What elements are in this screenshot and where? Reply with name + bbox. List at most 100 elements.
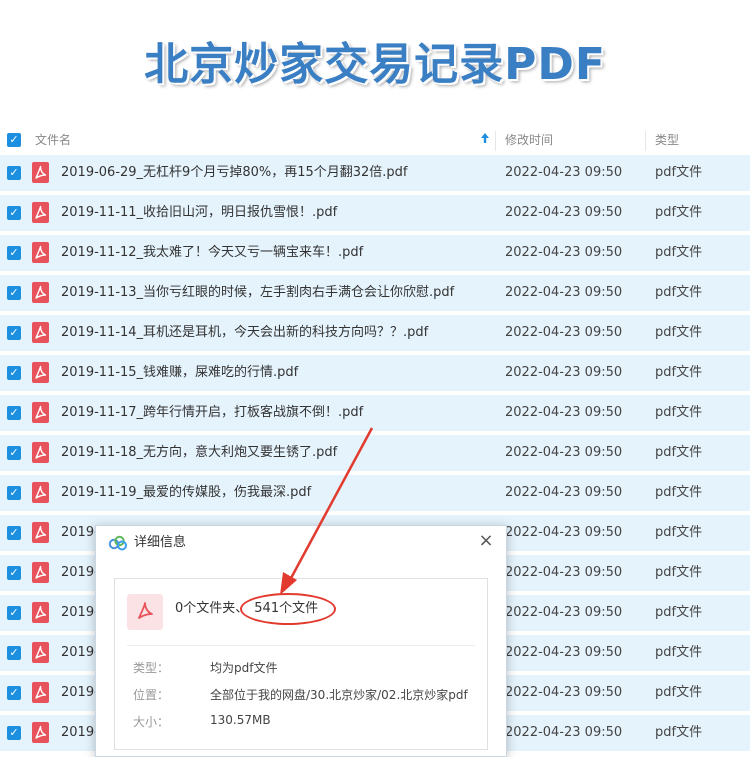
header-modified[interactable]: 修改时间: [505, 125, 553, 155]
file-modified: 2022-04-23 09:50: [505, 365, 623, 380]
file-name[interactable]: 2019-11-15_钱难赚，屎难吃的行情.pdf: [61, 355, 298, 391]
file-modified: 2022-04-23 09:50: [505, 485, 623, 500]
row-checkbox[interactable]: ✓: [7, 526, 21, 540]
file-name[interactable]: 2019-: [61, 715, 99, 751]
row-checkbox[interactable]: ✓: [7, 686, 21, 700]
dialog-body: 0个文件夹、 541个文件 类型： 均为pdf文件 位置： 全部位于我的网盘/30…: [114, 578, 488, 750]
highlight-ellipse: [240, 593, 337, 625]
pdf-icon: [32, 442, 49, 463]
file-type: pdf文件: [655, 725, 703, 740]
row-checkbox[interactable]: ✓: [7, 406, 21, 420]
size-value: 130.57MB: [210, 713, 271, 727]
location-value: 全部位于我的网盘/30.北京炒家/02.北京炒家pdf: [210, 688, 468, 702]
file-modified: 2022-04-23 09:50: [505, 325, 623, 340]
row-checkbox[interactable]: ✓: [7, 606, 21, 620]
table-row[interactable]: ✓ 2019-11-18_无方向，意大利炮又要生锈了.pdf 2022-04-23 …: [0, 435, 750, 475]
arrow-up-icon[interactable]: [480, 125, 490, 155]
file-name[interactable]: 2019-: [61, 675, 99, 711]
file-modified: 2022-04-23 09:50: [505, 685, 623, 700]
file-modified: 2022-04-23 09:50: [505, 605, 623, 620]
row-checkbox[interactable]: ✓: [7, 206, 21, 220]
pdf-icon: [32, 722, 49, 743]
file-type: pdf文件: [655, 525, 703, 540]
table-row[interactable]: ✓ 2019-06-29_无杠杆9个月亏掉80%，再15个月翻32倍.pdf 202…: [0, 155, 750, 195]
details-dialog: 详细信息 × 0个文件夹、 541个文件 类型： 均为pdf文件 位置： 全部位于…: [95, 525, 507, 757]
row-checkbox[interactable]: ✓: [7, 646, 21, 660]
file-modified: 2022-04-23 09:50: [505, 725, 623, 740]
select-all-checkbox[interactable]: ✓: [7, 133, 21, 147]
pdf-icon: [32, 602, 49, 623]
type-label: 类型：: [133, 661, 170, 675]
file-type: pdf文件: [655, 165, 703, 180]
file-name[interactable]: 2019-11-13_当你亏红眼的时候，左手割肉右手满仓会让你欣慰.pdf: [61, 275, 454, 311]
file-type: pdf文件: [655, 285, 703, 300]
row-checkbox[interactable]: ✓: [7, 446, 21, 460]
pdf-icon: [32, 242, 49, 263]
row-checkbox[interactable]: ✓: [7, 366, 21, 380]
pdf-icon: [32, 282, 49, 303]
file-name[interactable]: 2019-11-14_耳机还是耳机，今天会出新的科技方向吗？？.pdf: [61, 315, 428, 351]
row-checkbox[interactable]: ✓: [7, 246, 21, 260]
file-name[interactable]: 2019-: [61, 555, 99, 591]
row-checkbox[interactable]: ✓: [7, 326, 21, 340]
file-name[interactable]: 2019-06-29_无杠杆9个月亏掉80%，再15个月翻32倍.pdf: [61, 155, 408, 191]
file-modified: 2022-04-23 09:50: [505, 405, 623, 420]
row-checkbox[interactable]: ✓: [7, 486, 21, 500]
file-type: pdf文件: [655, 485, 703, 500]
file-name[interactable]: 2019-: [61, 515, 99, 551]
file-name[interactable]: 2019-11-19_最爱的传媒股，伤我最深.pdf: [61, 475, 311, 511]
file-name[interactable]: 2019-11-17_跨年行情开启，打板客战旗不倒！.pdf: [61, 395, 363, 431]
header-type[interactable]: 类型: [655, 125, 679, 155]
row-checkbox[interactable]: ✓: [7, 166, 21, 180]
type-value: 均为pdf文件: [210, 661, 278, 675]
file-type: pdf文件: [655, 365, 703, 380]
table-row[interactable]: ✓ 2019-11-12_我太难了！今天又亏一辆宝来车！.pdf 2022-04-2…: [0, 235, 750, 275]
folder-count: 0个文件夹、: [175, 601, 249, 616]
file-modified: 2022-04-23 09:50: [505, 285, 623, 300]
pdf-icon: [32, 482, 49, 503]
pdf-icon: [32, 522, 49, 543]
table-row[interactable]: ✓ 2019-11-13_当你亏红眼的时候，左手割肉右手满仓会让你欣慰.pdf 20…: [0, 275, 750, 315]
table-row[interactable]: ✓ 2019-11-19_最爱的传媒股，伤我最深.pdf 2022-04-23 09…: [0, 475, 750, 515]
table-row[interactable]: ✓ 2019-11-17_跨年行情开启，打板客战旗不倒！.pdf 2022-04-2…: [0, 395, 750, 435]
file-name[interactable]: 2019-11-12_我太难了！今天又亏一辆宝来车！.pdf: [61, 235, 363, 271]
table-row[interactable]: ✓ 2019-11-11_收拾旧山河，明日报仇雪恨！.pdf 2022-04-23 …: [0, 195, 750, 235]
file-name[interactable]: 2019-11-18_无方向，意大利炮又要生锈了.pdf: [61, 435, 337, 471]
file-name[interactable]: 2019-: [61, 595, 99, 631]
file-modified: 2022-04-23 09:50: [505, 205, 623, 220]
pdf-icon: [32, 162, 49, 183]
file-modified: 2022-04-23 09:50: [505, 645, 623, 660]
table-row[interactable]: ✓ 2019-11-15_钱难赚，屎难吃的行情.pdf 2022-04-23 09:…: [0, 355, 750, 395]
dialog-title-bar: 详细信息 ×: [96, 526, 506, 560]
row-checkbox[interactable]: ✓: [7, 726, 21, 740]
file-modified: 2022-04-23 09:50: [505, 165, 623, 180]
file-type: pdf文件: [655, 605, 703, 620]
header-name[interactable]: 文件名: [35, 125, 71, 155]
banner-title: 北京炒家交易记录PDF: [144, 39, 606, 90]
size-label: 大小：: [133, 715, 170, 729]
file-type: pdf文件: [655, 405, 703, 420]
header-divider: [645, 131, 646, 151]
pdf-icon: [32, 642, 49, 663]
file-type: pdf文件: [655, 565, 703, 580]
location-label: 位置：: [133, 688, 170, 702]
file-type: pdf文件: [655, 445, 703, 460]
file-modified: 2022-04-23 09:50: [505, 445, 623, 460]
cloud-logo-icon: [108, 535, 127, 551]
file-type: pdf文件: [655, 205, 703, 220]
pdf-icon: [127, 594, 163, 630]
file-name[interactable]: 2019-11-11_收拾旧山河，明日报仇雪恨！.pdf: [61, 195, 337, 231]
table-row[interactable]: ✓ 2019-11-14_耳机还是耳机，今天会出新的科技方向吗？？.pdf 2022…: [0, 315, 750, 355]
file-type: pdf文件: [655, 245, 703, 260]
row-checkbox[interactable]: ✓: [7, 286, 21, 300]
pdf-icon: [32, 362, 49, 383]
list-header: ✓ 文件名 修改时间 类型: [0, 125, 750, 156]
close-icon[interactable]: ×: [476, 531, 496, 551]
file-modified: 2022-04-23 09:50: [505, 525, 623, 540]
file-modified: 2022-04-23 09:50: [505, 565, 623, 580]
pdf-icon: [32, 322, 49, 343]
row-checkbox[interactable]: ✓: [7, 566, 21, 580]
file-name[interactable]: 2019-: [61, 635, 99, 671]
pdf-icon: [32, 682, 49, 703]
dialog-title: 详细信息: [134, 535, 187, 550]
